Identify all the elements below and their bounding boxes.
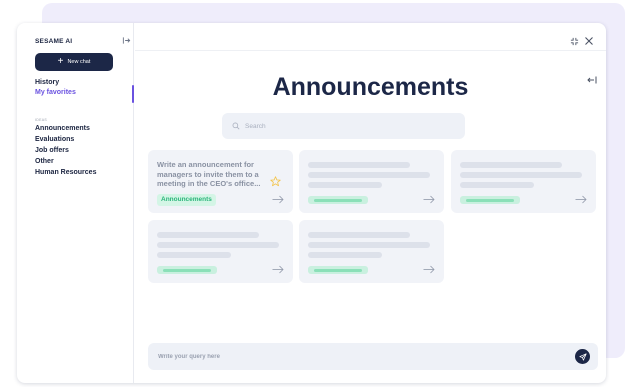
card-prompt-text: Write an announcement for managers to in…	[157, 160, 261, 188]
top-bar	[135, 23, 606, 51]
expand-icon[interactable]	[570, 37, 579, 46]
sidebar-item-history[interactable]: History	[35, 79, 76, 86]
prompt-card-placeholder[interactable]	[299, 150, 444, 213]
skeleton-tag	[460, 196, 520, 204]
new-chat-label: New chat	[67, 59, 91, 65]
skeleton-line	[308, 182, 382, 188]
skeleton-line	[157, 252, 231, 258]
send-button[interactable]	[575, 349, 590, 364]
skeleton-line	[460, 172, 582, 178]
query-bar[interactable]	[148, 343, 598, 370]
chat-window: SESAME AI + New chat History My favorite…	[17, 23, 606, 383]
skeleton-tag	[308, 196, 368, 204]
search-input[interactable]	[245, 122, 445, 130]
sidebar: SESAME AI + New chat History My favorite…	[17, 23, 134, 383]
skeleton-tag	[308, 266, 368, 274]
search-bar[interactable]	[222, 113, 465, 139]
arrow-right-icon[interactable]	[272, 265, 284, 274]
prompt-card-placeholder[interactable]	[451, 150, 596, 213]
active-indicator	[132, 85, 134, 103]
brand-name: SESAME AI	[35, 38, 73, 45]
ideas-section-label: IDEAS	[35, 118, 48, 122]
page-title: Announcements	[272, 73, 469, 101]
star-icon[interactable]	[270, 176, 281, 187]
skeleton-line	[460, 162, 562, 168]
sidebar-item-evaluations[interactable]: Evaluations	[35, 136, 96, 143]
sidebar-nav-ideas: Announcements Evaluations Job offers Oth…	[35, 125, 96, 180]
send-icon	[578, 352, 587, 361]
skeleton-line	[308, 232, 410, 238]
sidebar-item-job-offers[interactable]: Job offers	[35, 147, 96, 154]
prompt-card-placeholder[interactable]	[148, 220, 293, 283]
sidebar-item-my-favorites[interactable]: My favorites	[35, 89, 76, 96]
skeleton-line	[308, 242, 430, 248]
skeleton-line	[308, 172, 430, 178]
close-icon[interactable]	[584, 36, 594, 46]
sidebar-nav-top: History My favorites	[35, 79, 76, 99]
main-panel: Announcements Write an announcement for …	[135, 23, 606, 383]
arrow-right-icon[interactable]	[272, 195, 284, 204]
new-chat-button[interactable]: + New chat	[35, 53, 113, 71]
prompt-card[interactable]: Write an announcement for managers to in…	[148, 150, 293, 213]
arrow-right-icon[interactable]	[423, 195, 435, 204]
sidebar-item-human-resources[interactable]: Human Resources	[35, 169, 96, 176]
skeleton-line	[157, 232, 259, 238]
skeleton-line	[308, 162, 410, 168]
skeleton-line	[308, 252, 382, 258]
search-icon	[232, 122, 240, 130]
skeleton-line	[460, 182, 534, 188]
skeleton-line	[157, 242, 279, 248]
arrow-right-icon[interactable]	[575, 195, 587, 204]
prompt-card-placeholder[interactable]	[299, 220, 444, 283]
sidebar-item-other[interactable]: Other	[35, 158, 96, 165]
collapse-sidebar-icon[interactable]	[122, 36, 131, 45]
sidebar-item-announcements[interactable]: Announcements	[35, 125, 96, 132]
skeleton-tag	[157, 266, 217, 274]
plus-icon: +	[57, 56, 64, 67]
query-input[interactable]	[158, 353, 538, 360]
category-tag: Announcements	[157, 194, 216, 206]
arrow-right-icon[interactable]	[423, 265, 435, 274]
